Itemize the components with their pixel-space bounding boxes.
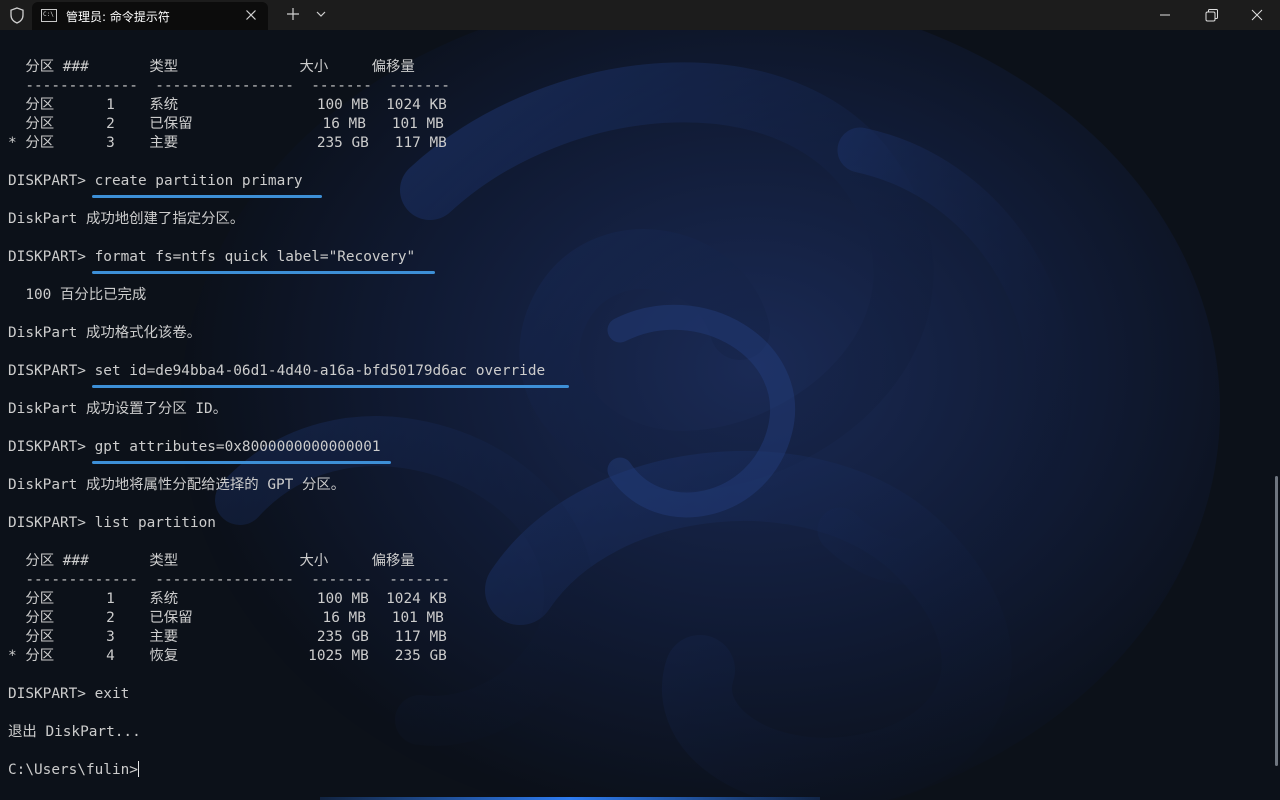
terminal-line: * 分区 4 恢复 1025 MB 235 GB — [8, 648, 447, 664]
terminal-line: 分区 2 已保留 16 MB 101 MB — [8, 116, 444, 132]
terminal-line: DiskPart 成功设置了分区 ID。 — [8, 401, 228, 417]
terminal-line: ------------- ---------------- ------- -… — [8, 78, 450, 94]
terminal-line: DiskPart 成功地将属性分配给选择的 GPT 分区。 — [8, 477, 346, 493]
terminal-line: 分区 3 主要 235 GB 117 MB — [8, 629, 447, 645]
terminal-line: * 分区 3 主要 235 GB 117 MB — [8, 135, 447, 151]
terminal-line: 分区 ### 类型 大小 偏移量 — [8, 59, 415, 75]
tab-command-prompt[interactable]: C:\ 管理员: 命令提示符 — [32, 2, 268, 30]
terminal-line: 退出 DiskPart... — [8, 724, 141, 740]
close-icon[interactable] — [1234, 0, 1280, 30]
cmd-icon: C:\ — [41, 9, 57, 22]
terminal-line: DISKPART> list partition — [8, 515, 216, 531]
plus-icon[interactable] — [282, 3, 304, 25]
terminal-line: DiskPart 成功地创建了指定分区。 — [8, 211, 245, 227]
terminal-line: 分区 2 已保留 16 MB 101 MB — [8, 610, 444, 626]
terminal-line: 分区 1 系统 100 MB 1024 KB — [8, 97, 447, 113]
chevron-down-icon[interactable] — [311, 3, 331, 25]
terminal-line: 100 百分比已完成 — [8, 287, 147, 303]
terminal-line: DiskPart 成功格式化该卷。 — [8, 325, 202, 341]
restore-icon[interactable] — [1188, 0, 1234, 30]
terminal-line: DISKPART> set id=de94bba4-06d1-4d40-a16a… — [8, 363, 546, 379]
command-underline — [92, 461, 391, 464]
shield-icon — [10, 7, 24, 24]
tab-title: 管理员: 命令提示符 — [66, 10, 170, 24]
command-underline — [92, 271, 435, 274]
terminal-line: DISKPART> format fs=ntfs quick label="Re… — [8, 249, 416, 265]
terminal-line: ------------- ---------------- ------- -… — [8, 572, 450, 588]
terminal-output: 分区 ### 类型 大小 偏移量 ------------- ---------… — [8, 58, 545, 780]
terminal-line: DISKPART> create partition primary — [8, 173, 303, 189]
title-bar[interactable]: C:\ 管理员: 命令提示符 — [0, 0, 1280, 30]
terminal-line: DISKPART> gpt attributes=0x8000000000000… — [8, 439, 381, 455]
terminal-window: C:\ 管理员: 命令提示符 分区 ### 类型 大小 偏移量 --------… — [0, 0, 1280, 800]
minimize-icon[interactable] — [1142, 0, 1188, 30]
terminal-line: DISKPART> exit — [8, 686, 130, 702]
command-underline — [92, 385, 569, 388]
command-underline — [92, 195, 322, 198]
scrollbar-thumb[interactable] — [1275, 476, 1278, 766]
text-cursor — [137, 761, 139, 777]
terminal-line: 分区 ### 类型 大小 偏移量 — [8, 553, 415, 569]
terminal-line: C:\Users\fulin> — [8, 761, 139, 778]
terminal-line: 分区 1 系统 100 MB 1024 KB — [8, 591, 447, 607]
terminal-area[interactable]: 分区 ### 类型 大小 偏移量 ------------- ---------… — [0, 30, 1280, 800]
close-tab-icon[interactable] — [242, 6, 260, 24]
